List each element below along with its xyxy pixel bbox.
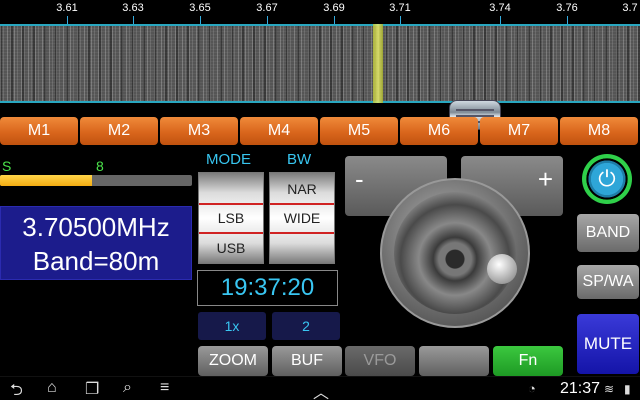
- scale-tick-label: 3.67: [256, 2, 278, 14]
- speaker-waterfall-button[interactable]: SP/WA: [577, 265, 639, 299]
- clock-display: 19:37:20: [197, 270, 338, 306]
- buf-button[interactable]: BUF: [272, 346, 342, 376]
- waterfall-display[interactable]: [0, 24, 640, 103]
- mode-header: MODE: [206, 151, 251, 168]
- memory-button-m2[interactable]: M2: [80, 117, 158, 145]
- menu-icon[interactable]: ≡: [160, 379, 169, 397]
- recent-apps-icon[interactable]: ❐: [85, 379, 99, 399]
- selection-line: [270, 232, 334, 234]
- scale-tick: [267, 16, 268, 24]
- bw-option-selected[interactable]: WIDE: [270, 210, 334, 226]
- memory-button-m1[interactable]: M1: [0, 117, 78, 145]
- frequency-readout: 3.70500MHz: [22, 212, 170, 242]
- s-meter-bar: [0, 175, 192, 186]
- fn-button[interactable]: Fn: [493, 346, 563, 376]
- s-meter-fill: [0, 175, 93, 186]
- system-navigation-bar: ⮌ ⌂ ❐ ⌕ ≡ ︿ ◔ 21:37 ≋ ▮: [0, 376, 640, 400]
- blank-button[interactable]: [419, 346, 489, 376]
- memory-button-m6[interactable]: M6: [400, 117, 478, 145]
- s-meter-value: 8: [96, 158, 104, 174]
- frequency-scale: 3.61 3.63 3.65 3.67 3.69 3.71 3.74 3.76 …: [0, 0, 640, 24]
- zoom-button[interactable]: ZOOM: [198, 346, 268, 376]
- status-time: 21:37: [559, 380, 600, 397]
- zoom-factor-display: 1x: [198, 312, 266, 340]
- mute-button[interactable]: MUTE: [577, 314, 639, 374]
- scale-tick: [567, 16, 568, 24]
- s-meter-label: S: [2, 158, 12, 174]
- buffer-count-display: 2: [272, 312, 340, 340]
- clock-status-icon: ◔: [528, 381, 536, 396]
- scale-tick-label: 3.74: [489, 2, 511, 14]
- scale-tick: [400, 16, 401, 24]
- scale-tick: [334, 16, 335, 24]
- scale-tick: [133, 16, 134, 24]
- scale-tick-label: 3.61: [56, 2, 78, 14]
- scale-tick-label: 3.7: [622, 2, 638, 14]
- selection-line: [270, 203, 334, 205]
- scale-tick: [500, 16, 501, 24]
- memory-button-m3[interactable]: M3: [160, 117, 238, 145]
- memory-button-m8[interactable]: M8: [560, 117, 638, 145]
- mode-option[interactable]: USB: [199, 240, 263, 256]
- chevron-up-icon[interactable]: ︿: [313, 379, 329, 400]
- bw-selector-drum[interactable]: NAR WIDE: [269, 172, 335, 264]
- scale-tick-label: 3.76: [556, 2, 578, 14]
- selection-line: [199, 232, 263, 234]
- scale-tick-label: 3.71: [389, 2, 411, 14]
- mode-option-selected[interactable]: LSB: [199, 210, 263, 226]
- bw-header: BW: [287, 151, 312, 168]
- frequency-display[interactable]: 3.70500MHz Band=80m: [0, 206, 192, 280]
- wifi-icon: ≋: [604, 382, 615, 396]
- tuning-marker: [373, 24, 383, 103]
- memory-button-m5[interactable]: M5: [320, 117, 398, 145]
- search-icon[interactable]: ⌕: [123, 379, 132, 397]
- back-icon[interactable]: ⮌: [10, 379, 23, 400]
- battery-icon: ▮: [624, 382, 631, 396]
- scale-tick-label: 3.65: [189, 2, 211, 14]
- memory-button-m7[interactable]: M7: [480, 117, 558, 145]
- memory-button-m4[interactable]: M4: [240, 117, 318, 145]
- knob-finger-dimple: [487, 254, 517, 284]
- scale-tick: [200, 16, 201, 24]
- tuning-knob-face: [394, 192, 517, 314]
- bw-option[interactable]: NAR: [270, 181, 334, 197]
- tuning-knob[interactable]: [380, 178, 530, 328]
- mode-selector-drum[interactable]: LSB USB: [198, 172, 264, 264]
- power-icon: ⏻: [598, 166, 616, 191]
- band-readout: Band=80m: [32, 246, 160, 276]
- memory-button-row: M1 M2 M3 M4 M5 M6 M7 M8: [0, 117, 640, 145]
- power-button[interactable]: ⏻: [582, 154, 632, 204]
- vfo-button[interactable]: VFO: [345, 346, 415, 376]
- scale-tick: [67, 16, 68, 24]
- home-icon[interactable]: ⌂: [47, 379, 57, 397]
- selection-line: [199, 203, 263, 205]
- scale-tick-label: 3.63: [122, 2, 144, 14]
- band-button[interactable]: BAND: [577, 214, 639, 252]
- scale-tick-label: 3.69: [323, 2, 345, 14]
